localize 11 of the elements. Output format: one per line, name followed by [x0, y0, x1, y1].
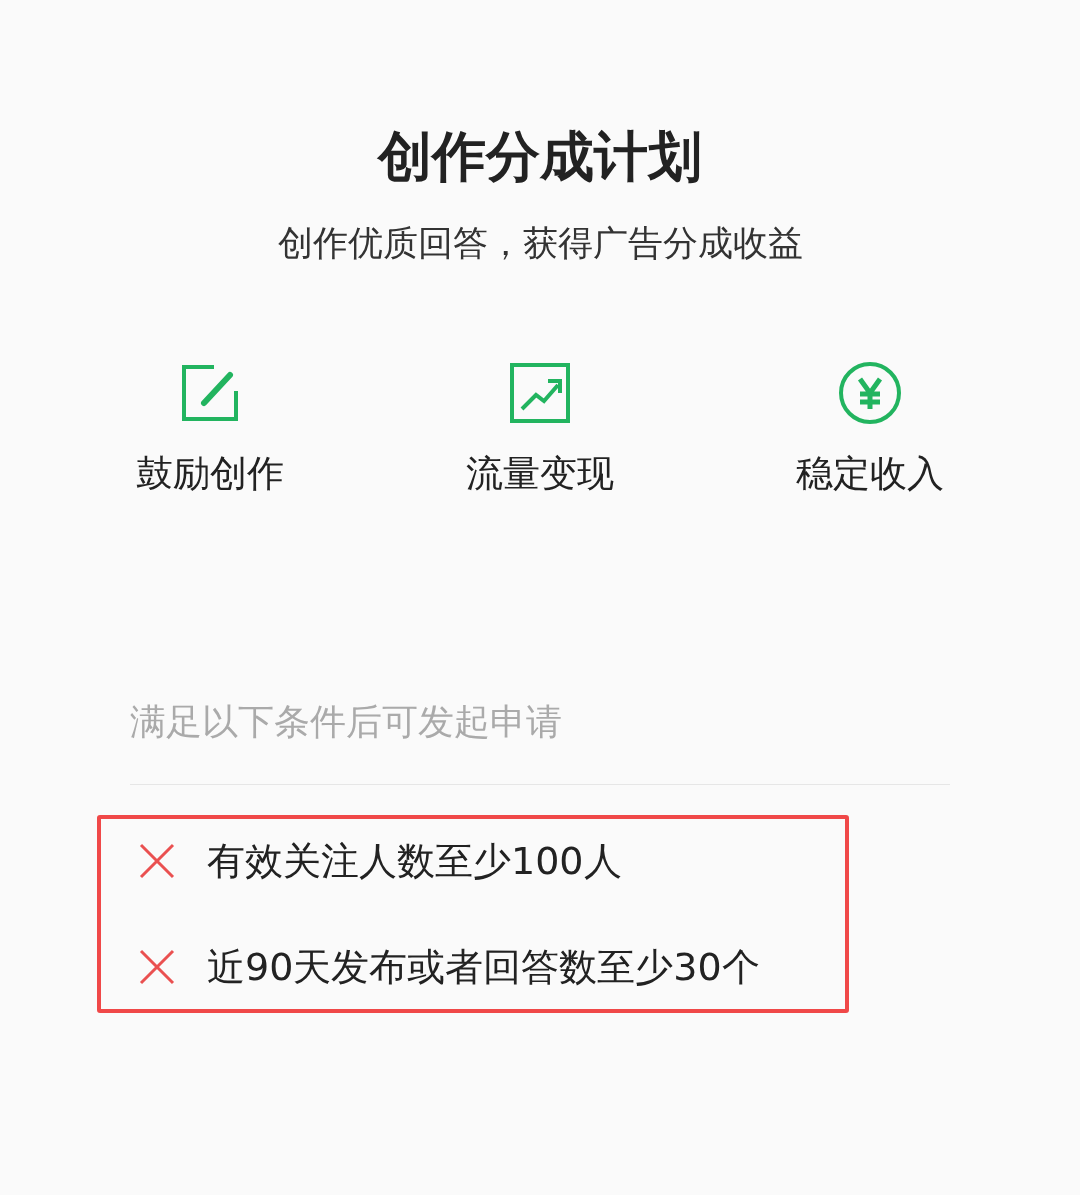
- page-title: 创作分成计划: [378, 130, 702, 184]
- conditions-heading: 满足以下条件后可发起申请: [130, 704, 950, 785]
- yen-icon: [838, 361, 902, 425]
- condition-text: 有效关注人数至少100人: [207, 838, 622, 885]
- condition-text: 近90天发布或者回答数至少30个: [207, 944, 760, 991]
- feature-label: 流量变现: [466, 455, 614, 492]
- page-subtitle: 创作优质回答，获得广告分成收益: [277, 226, 803, 261]
- feature-label: 稳定收入: [796, 455, 944, 492]
- chart-icon: [510, 363, 570, 423]
- edit-icon: [180, 363, 240, 423]
- feature-label: 鼓励创作: [136, 455, 284, 492]
